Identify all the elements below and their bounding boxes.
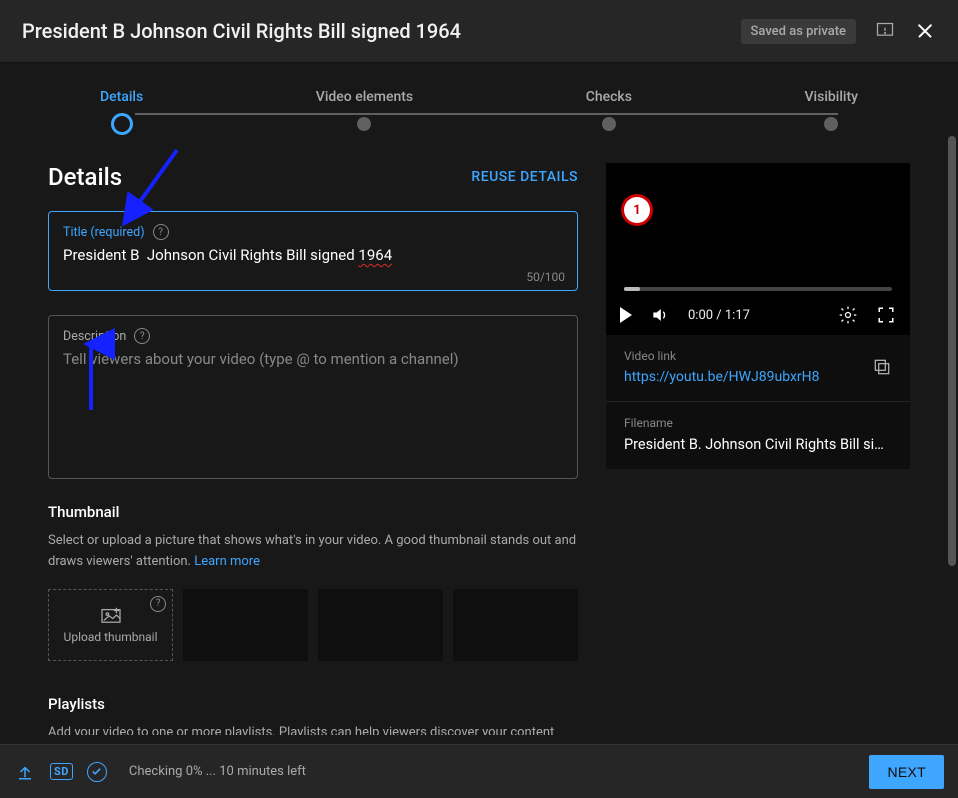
copy-link-icon[interactable] <box>872 357 892 377</box>
thumbnail-slot-2[interactable] <box>318 589 443 661</box>
playlists-help-text: Add your video to one or more playlists.… <box>48 725 554 735</box>
scrollbar-thumb[interactable] <box>948 136 956 566</box>
fullscreen-icon[interactable] <box>876 305 896 325</box>
step-node <box>602 117 616 131</box>
title-char-counter: 50/100 <box>526 270 565 284</box>
content-area: Details REUSE DETAILS Title (required) ?… <box>0 135 958 735</box>
video-source-badge: 1 <box>624 197 650 223</box>
reuse-details-button[interactable]: REUSE DETAILS <box>471 169 578 185</box>
help-icon[interactable]: ? <box>150 596 166 612</box>
dialog-footer: SD Checking 0% ... 10 minutes left NEXT <box>0 744 958 798</box>
close-icon[interactable] <box>914 20 936 42</box>
video-progress-track[interactable] <box>624 287 892 291</box>
saved-status-badge: Saved as private <box>741 19 856 44</box>
stepper-track <box>135 113 838 115</box>
video-controls: 0:00 / 1:17 <box>620 305 896 325</box>
step-checks[interactable]: Checks <box>586 89 632 135</box>
check-status-icon <box>87 762 107 782</box>
upload-thumbnail-label: Upload thumbnail <box>64 630 158 644</box>
title-value-spell: 1964 <box>358 246 392 264</box>
video-player[interactable]: 1 0:00 / 1:17 <box>606 163 910 335</box>
thumbnail-slot-1[interactable] <box>183 589 308 661</box>
filename-value: President B. Johnson Civil Rights Bill s… <box>624 436 892 453</box>
video-link[interactable]: https://youtu.be/HWJ89ubxrH8 <box>624 369 820 385</box>
processing-status: Checking 0% ... 10 minutes left <box>129 764 306 779</box>
title-field-label: Title (required) <box>63 225 145 240</box>
settings-gear-icon[interactable] <box>838 305 858 325</box>
step-label: Checks <box>586 89 632 105</box>
title-field[interactable]: Title (required) ? President B Johnson C… <box>48 211 578 291</box>
step-label: Visibility <box>805 89 858 105</box>
playlists-help: Add your video to one or more playlists.… <box>48 723 578 735</box>
dialog-header: President B Johnson Civil Rights Bill si… <box>0 0 958 63</box>
upload-thumbnail-button[interactable]: ? Upload thumbnail <box>48 589 173 661</box>
title-value-prefix: President B Johnson Civil Rights Bill si… <box>63 246 358 264</box>
details-heading: Details <box>48 163 122 191</box>
thumbnail-help-text: Select or upload a picture that shows wh… <box>48 533 576 569</box>
volume-icon[interactable] <box>650 305 670 325</box>
step-node <box>357 117 371 131</box>
details-column: Details REUSE DETAILS Title (required) ?… <box>48 163 578 735</box>
playlists-heading: Playlists <box>48 695 578 713</box>
video-link-block: Video link https://youtu.be/HWJ89ubxrH8 <box>606 335 910 401</box>
header-actions: Saved as private <box>741 19 936 44</box>
thumbnail-row: ? Upload thumbnail <box>48 589 578 661</box>
title-field-label-row: Title (required) ? <box>63 224 563 240</box>
filename-label: Filename <box>624 416 892 430</box>
description-input[interactable]: Tell viewers about your video (type @ to… <box>63 350 563 372</box>
thumbnail-learn-more-link[interactable]: Learn more <box>194 554 260 569</box>
video-time: 0:00 / 1:17 <box>688 308 750 323</box>
description-field-label-row: Description ? <box>63 328 563 344</box>
video-link-label: Video link <box>624 349 820 363</box>
thumbnail-help: Select or upload a picture that shows wh… <box>48 531 578 573</box>
step-label: Details <box>100 89 143 105</box>
filename-block: Filename President B. Johnson Civil Righ… <box>606 401 910 469</box>
next-button[interactable]: NEXT <box>869 755 944 789</box>
image-upload-icon <box>100 606 122 624</box>
video-preview-panel: 1 0:00 / 1:17 <box>606 163 910 469</box>
title-input[interactable]: President B Johnson Civil Rights Bill si… <box>63 246 563 268</box>
thumbnail-heading: Thumbnail <box>48 503 578 521</box>
video-progress-fill <box>624 287 640 291</box>
help-icon[interactable]: ? <box>134 328 150 344</box>
feedback-icon[interactable] <box>874 20 896 42</box>
step-node <box>824 117 838 131</box>
details-header: Details REUSE DETAILS <box>48 163 578 191</box>
dialog-title: President B Johnson Civil Rights Bill si… <box>22 19 461 43</box>
step-node <box>111 113 133 135</box>
description-field-label: Description <box>63 329 126 344</box>
upload-status-icon[interactable] <box>14 761 36 783</box>
help-icon[interactable]: ? <box>153 224 169 240</box>
preview-column: 1 0:00 / 1:17 <box>606 163 910 735</box>
step-video-elements[interactable]: Video elements <box>316 89 413 135</box>
thumbnail-slot-3[interactable] <box>453 589 578 661</box>
description-field[interactable]: Description ? Tell viewers about your vi… <box>48 315 578 479</box>
play-icon[interactable] <box>620 307 632 323</box>
step-visibility[interactable]: Visibility <box>805 89 858 135</box>
sd-badge: SD <box>50 763 73 780</box>
step-details[interactable]: Details <box>100 89 143 135</box>
step-label: Video elements <box>316 89 413 105</box>
stepper: Details Video elements Checks Visibility <box>0 63 958 135</box>
